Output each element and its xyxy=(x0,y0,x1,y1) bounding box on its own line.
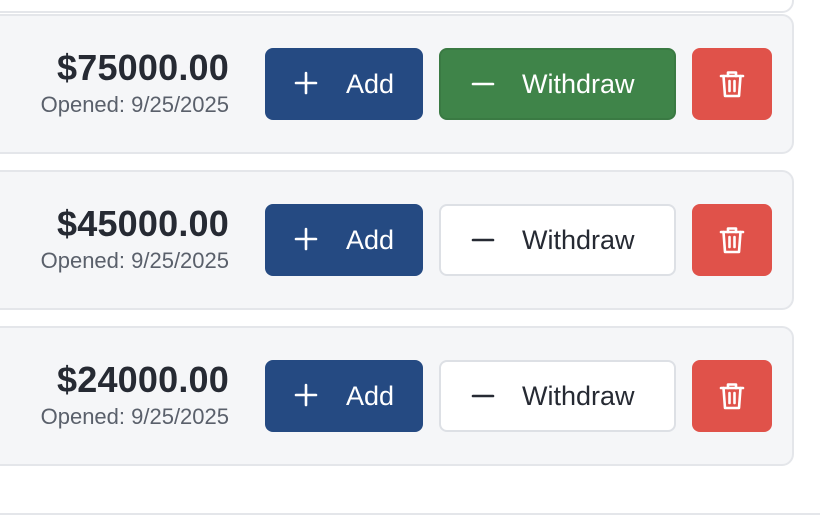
withdraw-button[interactable]: Withdraw xyxy=(439,204,676,276)
plus-icon xyxy=(294,71,318,95)
minus-icon xyxy=(471,82,495,86)
account-summary: $75000.00 Opened: 9/25/2025 xyxy=(41,16,229,152)
account-card: $75000.00 Opened: 9/25/2025 Add Withdraw xyxy=(0,14,794,154)
delete-button[interactable] xyxy=(692,360,772,432)
add-button[interactable]: Add xyxy=(265,48,423,120)
account-summary: $45000.00 Opened: 9/25/2025 xyxy=(41,172,229,308)
withdraw-button-label: Withdraw xyxy=(522,224,635,255)
add-button[interactable]: Add xyxy=(265,360,423,432)
account-card: $45000.00 Opened: 9/25/2025 Add Withdraw xyxy=(0,170,794,310)
account-card-partial xyxy=(0,0,794,13)
add-button-label: Add xyxy=(346,224,395,255)
withdraw-button[interactable]: Withdraw xyxy=(439,360,676,432)
trash-icon xyxy=(719,227,745,254)
delete-button[interactable] xyxy=(692,204,772,276)
account-summary: $24000.00 Opened: 9/25/2025 xyxy=(41,328,229,464)
account-card: $24000.00 Opened: 9/25/2025 Add Withdraw xyxy=(0,326,794,466)
plus-icon xyxy=(294,383,318,407)
plus-icon xyxy=(294,227,318,251)
account-balance: $75000.00 xyxy=(57,47,229,88)
minus-icon xyxy=(471,238,495,242)
section-divider xyxy=(0,513,820,515)
add-button-label: Add xyxy=(346,68,395,99)
trash-icon xyxy=(719,383,745,410)
account-opened-date: Opened: 9/25/2025 xyxy=(40,92,229,117)
account-balance: $24000.00 xyxy=(57,359,229,400)
account-balance: $45000.00 xyxy=(57,203,229,244)
account-opened-date: Opened: 9/25/2025 xyxy=(40,248,229,273)
add-button[interactable]: Add xyxy=(265,204,423,276)
trash-icon xyxy=(719,71,745,98)
minus-icon xyxy=(471,394,495,398)
accounts-viewport: $75000.00 Opened: 9/25/2025 Add Withdraw xyxy=(0,0,820,516)
withdraw-button-label: Withdraw xyxy=(522,380,635,411)
account-opened-date: Opened: 9/25/2025 xyxy=(40,404,229,429)
add-button-label: Add xyxy=(346,380,395,411)
withdraw-button[interactable]: Withdraw xyxy=(439,48,676,120)
delete-button[interactable] xyxy=(692,48,772,120)
withdraw-button-label: Withdraw xyxy=(522,68,635,99)
